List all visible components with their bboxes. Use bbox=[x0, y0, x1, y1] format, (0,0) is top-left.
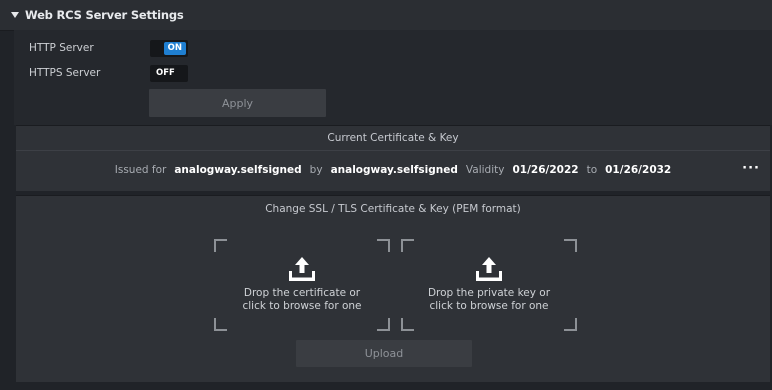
apply-button[interactable]: Apply bbox=[149, 89, 326, 117]
upload-icon bbox=[289, 257, 315, 281]
validity-label: Validity bbox=[465, 164, 505, 176]
by-label: by bbox=[309, 164, 323, 176]
certificate-drop-line1: Drop the certificate or bbox=[243, 287, 361, 299]
valid-to-value: 01/26/2032 bbox=[605, 164, 672, 176]
certificate-details: Issued for analogway.selfsigned by analo… bbox=[16, 160, 770, 180]
http-server-label: HTTP Server bbox=[29, 42, 94, 54]
https-server-toggle[interactable]: OFF bbox=[150, 65, 188, 82]
change-certificate-panel: Change SSL / TLS Certificate & Key (PEM … bbox=[16, 195, 770, 382]
https-toggle-state: OFF bbox=[152, 67, 179, 80]
certificate-drop-text: Drop the certificate or click to browse … bbox=[214, 287, 390, 313]
current-certificate-panel: Current Certificate & Key Issued for ana… bbox=[16, 125, 770, 191]
certificate-dropzone[interactable]: Drop the certificate or click to browse … bbox=[214, 239, 390, 331]
issuer-value: analogway.selfsigned bbox=[330, 164, 458, 176]
upload-icon bbox=[476, 257, 502, 281]
http-server-toggle[interactable]: ON bbox=[150, 40, 188, 57]
valid-from-value: 01/26/2022 bbox=[512, 164, 579, 176]
more-options-icon[interactable]: ··· bbox=[742, 160, 760, 178]
caret-down-icon[interactable] bbox=[11, 12, 19, 18]
upload-button[interactable]: Upload bbox=[296, 340, 472, 367]
certificate-drop-line2: click to browse for one bbox=[242, 300, 362, 312]
change-certificate-title: Change SSL / TLS Certificate & Key (PEM … bbox=[265, 203, 521, 215]
private-key-drop-line1: Drop the private key or bbox=[427, 287, 551, 299]
private-key-drop-text: Drop the private key or click to browse … bbox=[401, 287, 577, 313]
private-key-dropzone[interactable]: Drop the private key or click to browse … bbox=[401, 239, 577, 331]
private-key-drop-line2: click to browse for one bbox=[429, 300, 549, 312]
section-title: Web RCS Server Settings bbox=[25, 8, 184, 22]
issued-for-value: analogway.selfsigned bbox=[174, 164, 302, 176]
section-header-web-rcs[interactable]: Web RCS Server Settings bbox=[0, 0, 772, 31]
http-toggle-state: ON bbox=[163, 42, 186, 55]
current-certificate-title: Current Certificate & Key bbox=[16, 126, 770, 151]
to-label: to bbox=[586, 164, 598, 176]
https-server-label: HTTPS Server bbox=[29, 67, 101, 79]
issued-for-label: Issued for bbox=[114, 164, 167, 176]
server-settings-panel: HTTP Server ON HTTPS Server OFF Apply bbox=[14, 30, 772, 125]
